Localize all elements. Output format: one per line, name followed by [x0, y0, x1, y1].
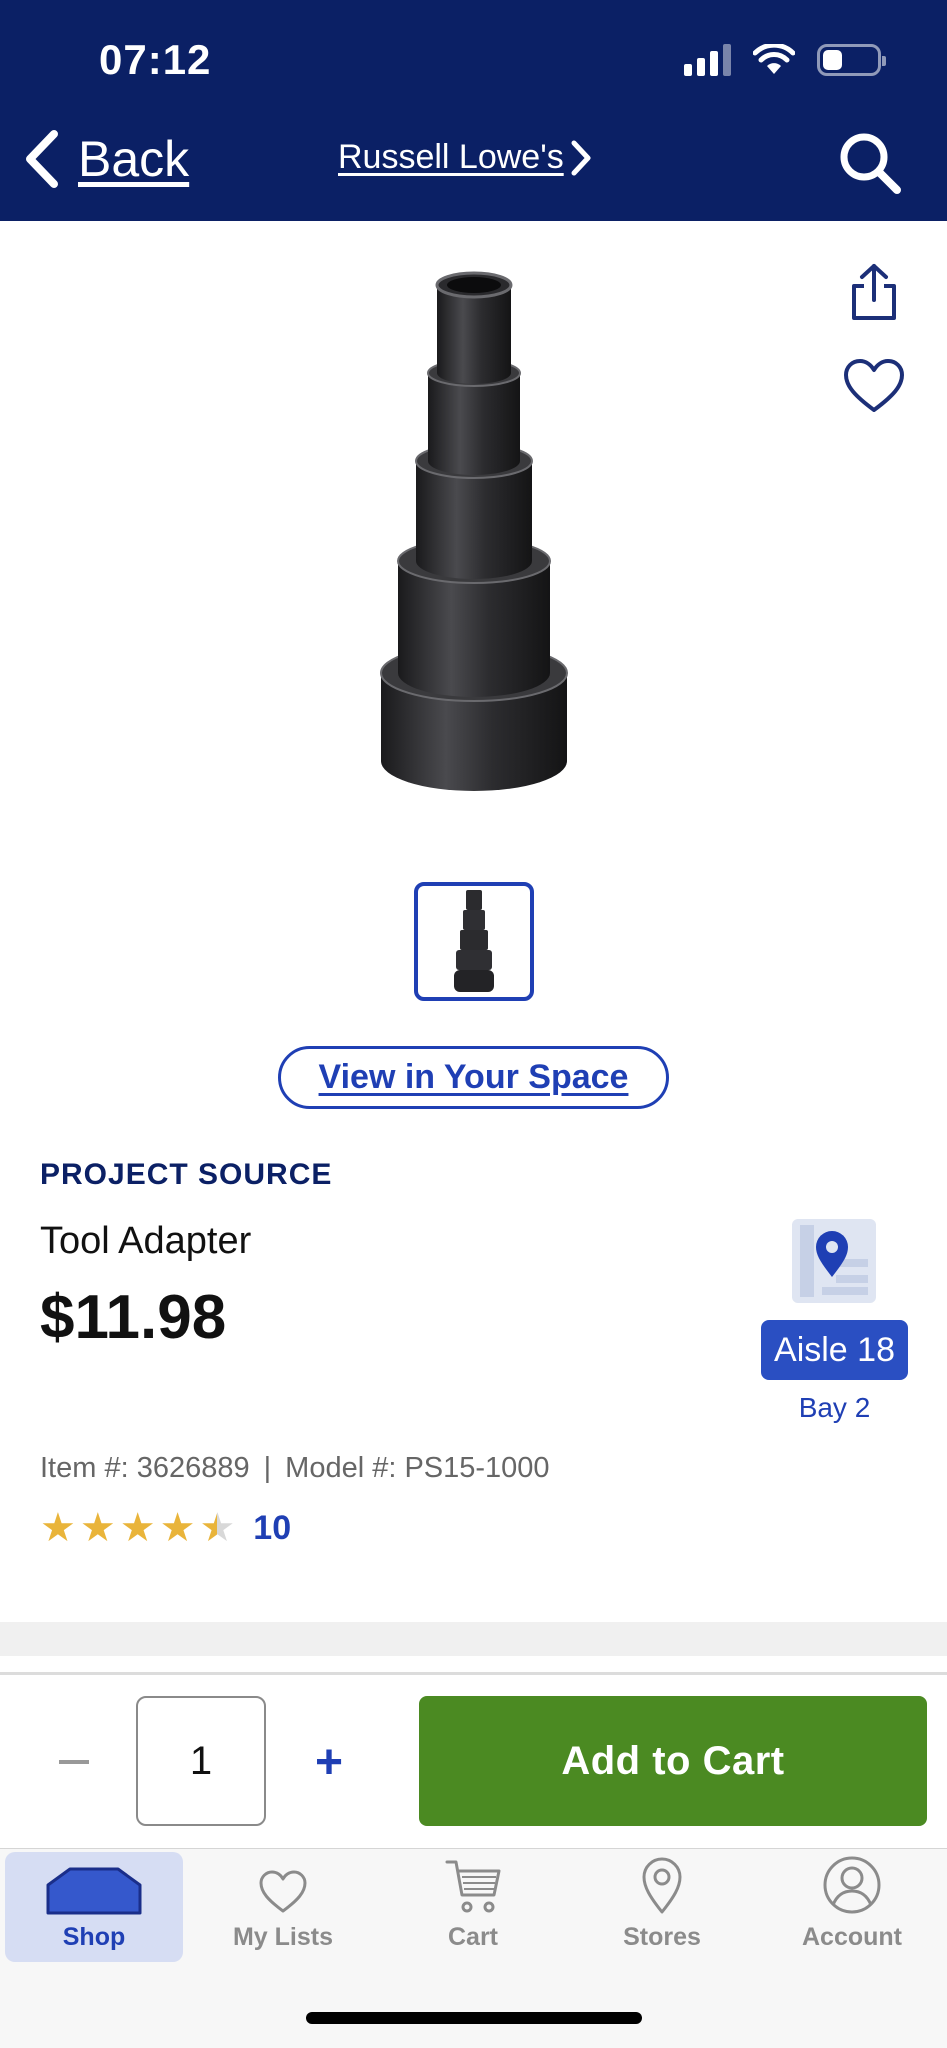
back-label: Back — [78, 131, 190, 187]
tab-label: Shop — [62, 1923, 126, 1951]
section-divider — [0, 1622, 947, 1656]
add-to-cart-button[interactable]: Add to Cart — [419, 1696, 927, 1826]
review-count: 10 — [253, 1508, 292, 1547]
tab-stores[interactable]: Stores — [572, 1852, 752, 1962]
star-icon: ★ — [40, 1506, 76, 1550]
shop-icon — [46, 1867, 142, 1915]
product-brand[interactable]: PROJECT SOURCE — [40, 1158, 332, 1192]
store-map-icon — [792, 1219, 876, 1303]
app-header: 07:12 Back Russell Lowe's — [0, 0, 947, 221]
search-button[interactable] — [837, 130, 903, 201]
battery-icon — [817, 44, 886, 76]
tab-my-lists[interactable]: My Lists — [193, 1852, 373, 1962]
star-icon: ★ — [79, 1506, 116, 1550]
tab-label: Cart — [447, 1923, 498, 1951]
heart-icon — [259, 1870, 307, 1913]
status-time: 07:12 — [99, 36, 212, 83]
product-title: Tool Adapter — [40, 1220, 252, 1262]
tab-shop[interactable]: Shop — [5, 1852, 183, 1962]
wifi-icon — [753, 44, 795, 74]
cellular-signal-icon — [684, 44, 731, 76]
item-number: Item #: 3626889 — [40, 1452, 250, 1484]
quantity-decrease-button[interactable] — [52, 1726, 96, 1798]
quantity-input[interactable] — [136, 1696, 266, 1826]
half-star-icon: ★ — [199, 1506, 236, 1550]
cart-icon — [445, 1860, 501, 1913]
view-in-space-button[interactable]: View in Your Space — [278, 1046, 669, 1109]
product-photo — [380, 271, 568, 791]
bay-label: Bay 2 — [798, 1392, 871, 1423]
tab-label: Account — [802, 1923, 902, 1951]
aisle-badge[interactable]: Aisle 18 — [761, 1320, 908, 1380]
home-indicator — [306, 2012, 642, 2024]
star-icon: ★ — [159, 1506, 196, 1550]
share-icon — [852, 264, 896, 320]
heart-icon — [844, 359, 904, 412]
quantity-increase-button[interactable]: + — [304, 1726, 354, 1798]
item-model-line: Item #: 3626889 | Model #: PS15-1000 — [40, 1452, 550, 1485]
store-selector-link[interactable]: Russell Lowe's — [338, 138, 592, 177]
store-map-button[interactable] — [792, 1219, 876, 1303]
minus-icon — [59, 1760, 89, 1764]
star-icon: ★ — [119, 1506, 156, 1550]
favorite-button[interactable] — [843, 358, 905, 419]
user-icon — [823, 1856, 881, 1914]
tab-label: My Lists — [232, 1923, 334, 1951]
view-in-space-label: View in Your Space — [318, 1058, 629, 1096]
thumbnail-image — [454, 889, 494, 992]
product-image[interactable] — [0, 221, 947, 861]
rating-summary[interactable]: ★ ★ ★ ★ ★ 10 — [40, 1508, 291, 1548]
search-icon — [840, 133, 901, 194]
model-number: Model #: PS15-1000 — [285, 1452, 550, 1484]
chevron-left-icon — [26, 130, 58, 188]
separator: | — [263, 1452, 272, 1484]
tab-cart[interactable]: Cart — [383, 1852, 563, 1962]
image-thumbnail[interactable] — [414, 882, 534, 1001]
tab-label: Stores — [623, 1923, 701, 1951]
tab-account[interactable]: Account — [762, 1852, 942, 1962]
status-icons — [684, 44, 886, 76]
product-price: $11.98 — [40, 1283, 227, 1352]
chevron-right-icon — [571, 140, 591, 175]
store-name: Russell Lowe's — [338, 138, 564, 176]
share-button[interactable] — [846, 262, 902, 327]
location-pin-icon — [642, 1857, 682, 1914]
back-button[interactable]: Back — [22, 128, 189, 190]
